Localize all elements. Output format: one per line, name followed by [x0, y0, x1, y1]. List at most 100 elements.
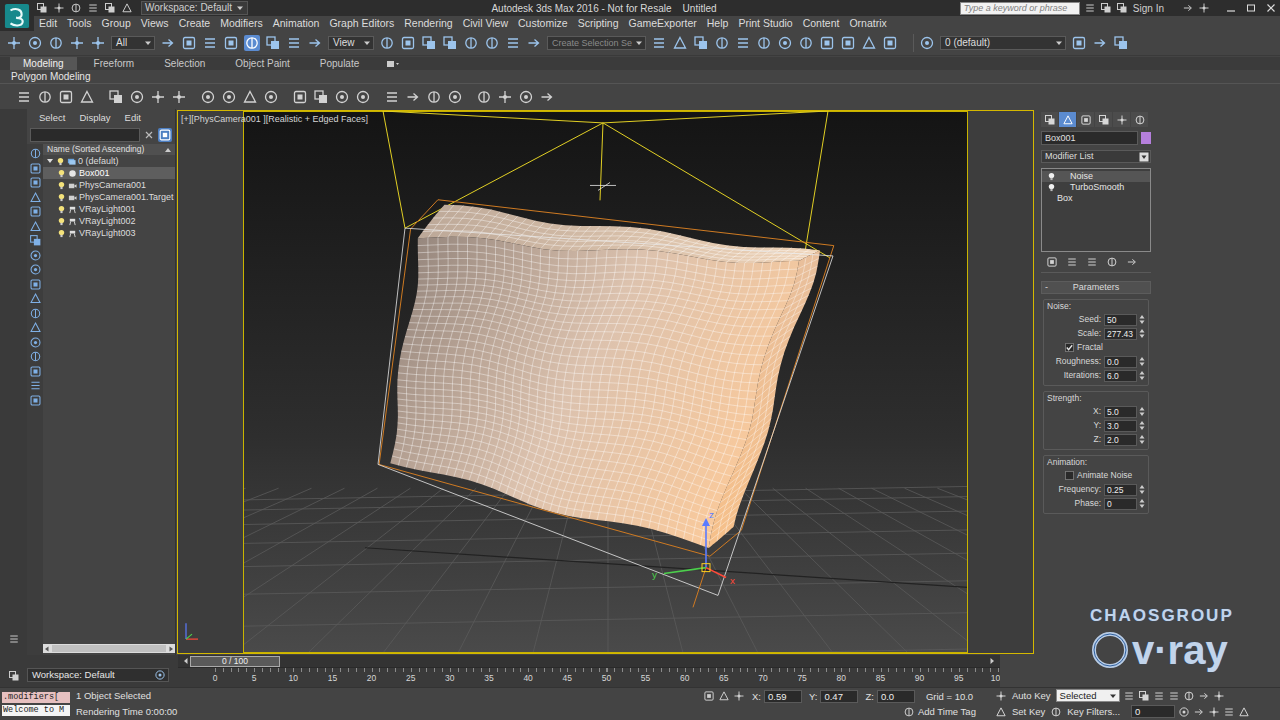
rendered-frame-icon[interactable] [840, 35, 856, 51]
autodesk-exchange-icon[interactable] [1182, 2, 1194, 14]
menu-item[interactable]: Create [174, 16, 216, 31]
selection-lock-icon[interactable] [703, 690, 715, 702]
percent-snap-icon[interactable] [484, 35, 500, 51]
ribbon-panel-title[interactable]: Polygon Modeling [0, 70, 91, 83]
auto-key-button[interactable]: Auto Key [1010, 690, 1053, 701]
dropdown-arrow-icon[interactable] [363, 39, 371, 47]
coordinate-field[interactable]: 0.59 [764, 690, 802, 703]
go-to-end-icon[interactable] [1183, 690, 1195, 702]
set-key-filter-icon[interactable] [995, 706, 1007, 718]
menu-item[interactable]: Print Studio [733, 16, 797, 31]
named-selection-field[interactable]: Create Selection Se [547, 36, 646, 50]
sign-in-button[interactable]: Sign In [1132, 3, 1178, 14]
close-icon[interactable] [1264, 2, 1278, 14]
workspace-manage-icon[interactable] [154, 669, 166, 681]
pin-stack-icon[interactable] [1046, 256, 1058, 268]
application-button[interactable] [0, 0, 34, 31]
viewport-canvas[interactable]: zyx [178, 111, 1033, 653]
search-field[interactable]: Type a keyword or phrase [960, 2, 1080, 15]
rollout-header[interactable]: -Parameters [1041, 281, 1151, 294]
sphere-icon[interactable] [221, 89, 237, 105]
spinner-arrows-icon[interactable] [1139, 314, 1145, 325]
command-panel-tab[interactable] [1131, 112, 1148, 127]
time-slider[interactable]: 0 / 100051015202530354045505560657075808… [178, 655, 1000, 687]
dope-sheet-icon[interactable] [171, 89, 187, 105]
configure-sets-icon[interactable] [1126, 256, 1138, 268]
save-file-icon[interactable] [70, 2, 82, 14]
scene-item[interactable]: Box001 [43, 167, 175, 179]
spinner-arrows-icon[interactable] [1139, 356, 1145, 367]
viewport-label-menu[interactable]: [Realistic + Edged Faces] [266, 114, 368, 125]
column-header[interactable]: Name (Sorted Ascending) [43, 144, 175, 155]
display-bones-icon[interactable] [29, 263, 42, 276]
scene-states-icon[interactable] [79, 89, 95, 105]
teapot-icon[interactable] [263, 89, 279, 105]
checkbox[interactable]: Animate Noise [1047, 470, 1145, 481]
walkthrough-icon[interactable] [129, 89, 145, 105]
visibility-bulb-icon[interactable] [57, 217, 66, 226]
help-question-icon[interactable] [1198, 2, 1210, 14]
orbit-icon[interactable] [1238, 706, 1250, 718]
pan-icon[interactable] [1223, 706, 1235, 718]
display-helpers-icon[interactable] [29, 205, 42, 218]
dropdown-arrow-icon[interactable] [144, 39, 152, 47]
dropdown-arrow-icon[interactable] [236, 4, 244, 12]
undo-icon[interactable] [6, 35, 22, 51]
menu-item[interactable]: Group [97, 16, 136, 31]
spinner-arrows-icon[interactable] [1139, 420, 1145, 431]
menu-item[interactable]: Customize [513, 16, 573, 31]
render-production-icon[interactable] [861, 35, 877, 51]
display-cameras-icon[interactable] [29, 191, 42, 204]
select-object-icon[interactable] [160, 35, 176, 51]
key-filters-button[interactable]: Key Filters... [1065, 706, 1122, 717]
plane-icon[interactable] [200, 89, 216, 105]
edit-named-selection-icon[interactable] [526, 35, 542, 51]
make-unique-icon[interactable] [1086, 256, 1098, 268]
maxscript-listener[interactable]: .modifiers[Welcome to M [0, 688, 70, 719]
spinner-snap-icon[interactable] [505, 35, 521, 51]
visibility-bulb-icon[interactable] [57, 169, 66, 178]
window-crossing-icon[interactable] [223, 35, 239, 51]
ribbon-options-icon[interactable] [386, 60, 400, 68]
redo-icon[interactable] [27, 35, 43, 51]
displace-icon[interactable] [405, 89, 421, 105]
modifier-list-dropdown[interactable]: Modifier List [1041, 150, 1151, 163]
select-by-name-icon[interactable] [181, 35, 197, 51]
menu-item[interactable]: Help [702, 16, 734, 31]
select-and-manipulate-icon[interactable] [400, 35, 416, 51]
keyboard-override-icon[interactable] [421, 35, 437, 51]
menu-item[interactable]: Graph Editors [324, 16, 399, 31]
explorer-search-field[interactable] [30, 128, 140, 142]
spinner-field[interactable]: 3.0 [1104, 420, 1137, 432]
sync-selection-icon[interactable] [29, 379, 42, 392]
coordinate-field[interactable]: 0.0 [877, 690, 915, 703]
snaps-toggle-icon[interactable] [442, 35, 458, 51]
command-panel-tab[interactable] [1095, 112, 1112, 127]
spinner-field[interactable]: 5.0 [1104, 406, 1137, 418]
restore-icon[interactable] [1244, 2, 1258, 14]
grab-viewport-icon[interactable] [37, 89, 53, 105]
scene-item[interactable]: VRayLight002 [43, 215, 175, 227]
command-panel-tab[interactable] [1041, 112, 1058, 127]
dropdown-arrow-icon[interactable] [1139, 152, 1149, 162]
find-case-icon[interactable] [29, 365, 42, 378]
display-containers-icon[interactable] [29, 278, 42, 291]
modifier-stack-item[interactable]: Noise [1042, 171, 1150, 182]
spinner-field[interactable]: 277.43 [1104, 328, 1137, 340]
toggle-scene-explorer-icon[interactable] [693, 35, 709, 51]
sort-ascending-icon[interactable] [164, 146, 172, 154]
menu-item[interactable]: Modifiers [215, 16, 268, 31]
filter-toggle-icon[interactable] [158, 128, 172, 142]
open-mini-listener-icon[interactable] [8, 670, 20, 682]
workspace-selector[interactable]: Workspace: Default [27, 668, 169, 682]
time-slider-handle[interactable]: 0 / 100 [190, 656, 280, 667]
display-shapes-icon[interactable] [29, 162, 42, 175]
spinner-arrows-icon[interactable] [1139, 370, 1145, 381]
scene-item[interactable]: VRayLight003 [43, 227, 175, 239]
dropdown-arrow-icon[interactable] [635, 39, 643, 47]
modifier-stack-item[interactable]: Box [1042, 193, 1150, 204]
rectangular-region-icon[interactable] [202, 35, 218, 51]
select-layer-objects-icon[interactable] [1113, 35, 1129, 51]
menu-item[interactable]: Edit [34, 16, 62, 31]
spinner-arrows-icon[interactable] [1139, 406, 1145, 417]
